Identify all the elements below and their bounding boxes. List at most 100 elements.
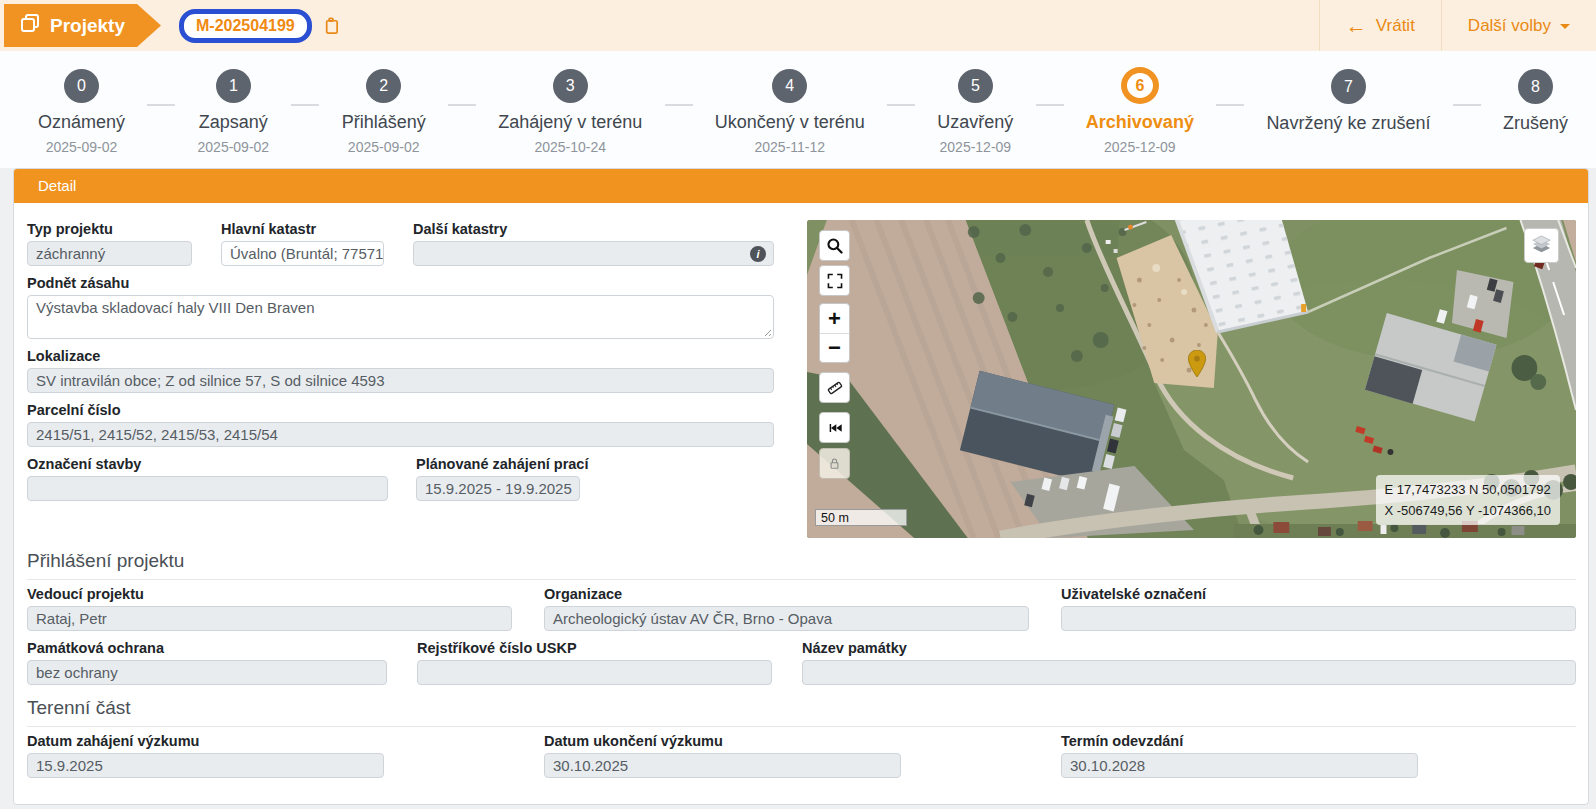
map-marker-pin [1188, 350, 1206, 377]
step-circle: 2 [366, 69, 401, 103]
uzivatelske-oznaceni-input[interactable] [1061, 606, 1576, 631]
stepper-step-1: 1 Zapsaný 2025-09-02 [198, 69, 270, 155]
termin-odevzdani-input[interactable]: 30.10.2028 [1061, 753, 1418, 778]
info-icon[interactable]: i [750, 246, 766, 262]
ruler-icon [826, 379, 844, 397]
field-label: Název památky [802, 640, 1576, 657]
step-label: Archivovaný [1086, 112, 1194, 133]
detail-panel: Detail Typ projektu záchranný Hlavní kat… [13, 168, 1589, 805]
field-label: Typ projektu [27, 221, 192, 238]
step-date: 2025-09-02 [198, 139, 270, 155]
field-label: Označení stavby [27, 456, 388, 473]
step-date: 2025-12-09 [940, 139, 1012, 155]
field-label: Plánované zahájení prací [416, 456, 580, 473]
stepper-step-4: 4 Ukončený v terénu 2025-11-12 [715, 69, 865, 155]
step-circle: 0 [64, 69, 99, 103]
step-circle: 4 [772, 69, 807, 103]
step-circle: 7 [1331, 69, 1366, 104]
step-connector [865, 69, 937, 155]
detail-panel-header: Detail [14, 169, 1588, 203]
planovane-zahajeni-input[interactable]: 15.9.2025 - 19.9.2025 [416, 476, 580, 501]
stepper-step-0: 0 Oznámený 2025-09-02 [38, 69, 125, 155]
step-date: 2025-09-02 [46, 139, 118, 155]
more-options-button[interactable]: Další volby [1441, 0, 1596, 51]
step-label: Oznámený [38, 112, 125, 133]
brand-label: Projekty [50, 15, 125, 37]
field-label: Uživatelské označení [1061, 586, 1576, 603]
step-date: 2025-12-09 [1104, 139, 1176, 155]
caret-down-icon [1560, 24, 1570, 29]
copy-icon [321, 16, 340, 35]
step-label: Zrušený [1503, 113, 1568, 134]
zoom-out-button[interactable]: − [820, 333, 849, 362]
step-date: 2025-11-12 [755, 139, 826, 155]
field-label: Další katastry [413, 221, 774, 238]
copy-id-button[interactable] [321, 16, 340, 35]
field-label: Datum ukončení výzkumu [544, 733, 1029, 750]
section-title-prihlaseni: Přihlášení projektu [27, 550, 1576, 572]
back-button[interactable]: ← Vrátit [1319, 0, 1441, 51]
step-circle: 1 [216, 69, 251, 103]
step-label: Uzavřený [937, 112, 1013, 133]
step-connector [125, 69, 197, 155]
section-title-terenni: Terenní část [27, 697, 1576, 719]
field-label: Termín odevzdání [1061, 733, 1576, 750]
lock-icon [827, 456, 842, 471]
map-coords-wgs: E 17,7473233 N 50,0501792 [1385, 479, 1552, 500]
step-connector [1194, 69, 1266, 155]
step-label: Přihlášený [342, 112, 426, 133]
stepper-step-5: 5 Uzavřený 2025-12-09 [937, 69, 1013, 155]
vedouci-projektu-input[interactable]: Rataj, Petr [27, 606, 512, 631]
projects-stack-icon [20, 13, 40, 38]
field-label: Organizace [544, 586, 1029, 603]
zoom-in-button[interactable]: + [820, 304, 849, 333]
step-label: Zapsaný [199, 112, 268, 133]
rejstrikove-cislo-input[interactable] [417, 660, 772, 685]
map-lock-button[interactable] [819, 448, 850, 479]
back-label: Vrátit [1376, 16, 1415, 36]
hlavni-katastr-input[interactable]: Úvalno (Bruntál; 775711) [221, 241, 384, 266]
step-circle: 5 [958, 69, 993, 103]
step-connector [642, 69, 714, 155]
step-date: 2025-10-24 [534, 139, 606, 155]
field-label: Památková ochrana [27, 640, 387, 657]
project-id: M-202504199 [196, 17, 295, 34]
typ-projektu-input[interactable]: záchranný [27, 241, 192, 266]
step-connector [1013, 69, 1085, 155]
map-measure-button[interactable] [819, 372, 850, 403]
map[interactable]: + − [807, 220, 1576, 538]
step-circle: 6 [1121, 67, 1159, 104]
step-label: Ukončený v terénu [715, 112, 865, 133]
more-options-label: Další volby [1468, 16, 1551, 36]
nazev-pamatky-input[interactable] [802, 660, 1576, 685]
step-connector [269, 69, 341, 155]
project-id-badge[interactable]: M-202504199 [179, 9, 312, 43]
skip-back-icon [827, 420, 843, 436]
map-history-back-button[interactable] [819, 412, 850, 443]
field-label: Parcelní číslo [27, 402, 774, 419]
datum-zahajeni-input[interactable]: 15.9.2025 [27, 753, 384, 778]
map-zoom-controls: + − [819, 303, 850, 363]
pamatkova-ochrana-input[interactable]: bez ochrany [27, 660, 387, 685]
oznaceni-stavby-input[interactable] [27, 476, 388, 501]
field-label: Rejstříkové číslo USKP [417, 640, 772, 657]
stepper-step-3: 3Zahájený v terénu2025-10-24 [498, 69, 642, 155]
organizace-input[interactable]: Archeologický ústav AV ČR, Brno - Opava [544, 606, 1029, 631]
datum-ukonceni-input[interactable]: 30.10.2025 [544, 753, 901, 778]
field-label: Hlavní katastr [221, 221, 384, 238]
field-label: Vedoucí projektu [27, 586, 512, 603]
dalsi-katastry-input[interactable]: i [413, 241, 774, 266]
stepper-step-6: 6 Archivovaný 2025-12-09 [1086, 69, 1194, 155]
app-brand[interactable]: Projekty [4, 4, 161, 47]
lokalizace-input[interactable]: SV intravilán obce; Z od silnice 57, S o… [27, 368, 774, 393]
map-fullscreen-button[interactable] [819, 265, 850, 296]
parcelni-cislo-input[interactable]: 2415/51, 2415/52, 2415/53, 2415/54 [27, 422, 774, 447]
layers-icon [1530, 234, 1553, 257]
podnet-zasahu-textarea[interactable]: Výstavba skladovací haly VIII Den Braven [27, 295, 774, 339]
step-circle: 3 [553, 69, 588, 103]
stepper-step-2: 2Přihlášený2025-09-02 [342, 69, 426, 155]
map-coordinates: E 17,7473233 N 50,0501792 X -506749,56 Y… [1376, 475, 1561, 525]
map-search-button[interactable] [819, 230, 850, 261]
map-layers-button[interactable] [1524, 228, 1559, 263]
top-navbar: Projekty M-202504199 ← Vrátit Další volb… [0, 0, 1596, 51]
